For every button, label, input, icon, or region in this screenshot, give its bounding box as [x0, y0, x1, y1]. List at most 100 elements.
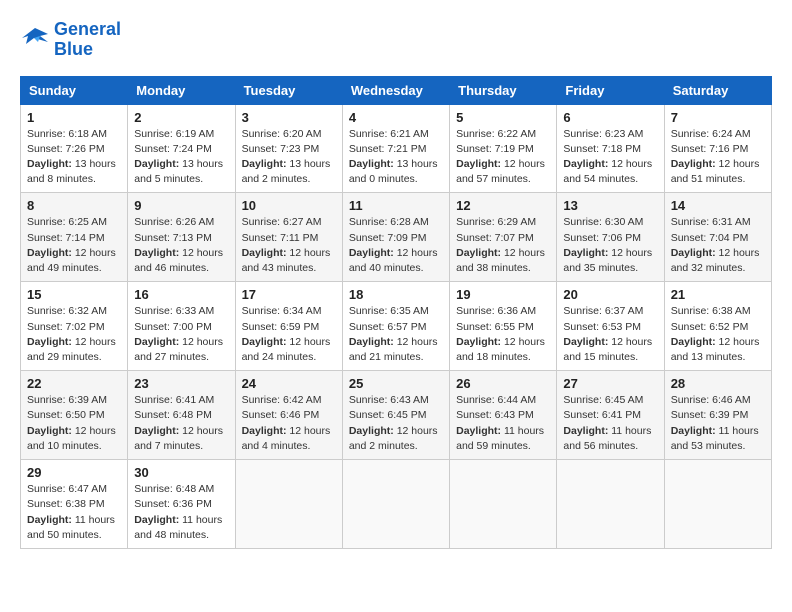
day-number: 17: [242, 287, 336, 302]
day-number: 23: [134, 376, 228, 391]
day-info: Sunrise: 6:25 AMSunset: 7:14 PMDaylight:…: [27, 215, 121, 276]
day-info: Sunrise: 6:26 AMSunset: 7:13 PMDaylight:…: [134, 215, 228, 276]
calendar-cell: 9 Sunrise: 6:26 AMSunset: 7:13 PMDaylight…: [128, 193, 235, 282]
calendar-cell: 13 Sunrise: 6:30 AMSunset: 7:06 PMDayligh…: [557, 193, 664, 282]
calendar-header-row: SundayMondayTuesdayWednesdayThursdayFrid…: [21, 76, 772, 104]
logo-icon: [20, 26, 50, 54]
day-number: 19: [456, 287, 550, 302]
day-number: 14: [671, 198, 765, 213]
day-info: Sunrise: 6:43 AMSunset: 6:45 PMDaylight:…: [349, 393, 443, 454]
calendar-header-wednesday: Wednesday: [342, 76, 449, 104]
calendar-cell: [342, 460, 449, 549]
day-info: Sunrise: 6:32 AMSunset: 7:02 PMDaylight:…: [27, 304, 121, 365]
calendar-cell: [664, 460, 771, 549]
day-number: 2: [134, 110, 228, 125]
calendar-cell: 10 Sunrise: 6:27 AMSunset: 7:11 PMDayligh…: [235, 193, 342, 282]
calendar-cell: [557, 460, 664, 549]
calendar-cell: 20 Sunrise: 6:37 AMSunset: 6:53 PMDayligh…: [557, 282, 664, 371]
day-info: Sunrise: 6:21 AMSunset: 7:21 PMDaylight:…: [349, 127, 443, 188]
calendar-cell: 6 Sunrise: 6:23 AMSunset: 7:18 PMDaylight…: [557, 104, 664, 193]
calendar-cell: 12Sunrise: 6:29 AMSunset: 7:07 PMDayligh…: [450, 193, 557, 282]
day-info: Sunrise: 6:46 AMSunset: 6:39 PMDaylight:…: [671, 393, 765, 454]
calendar-cell: 3 Sunrise: 6:20 AMSunset: 7:23 PMDaylight…: [235, 104, 342, 193]
calendar-header-friday: Friday: [557, 76, 664, 104]
day-number: 25: [349, 376, 443, 391]
day-info: Sunrise: 6:44 AMSunset: 6:43 PMDaylight:…: [456, 393, 550, 454]
calendar-cell: 2 Sunrise: 6:19 AMSunset: 7:24 PMDaylight…: [128, 104, 235, 193]
week-row-2: 8 Sunrise: 6:25 AMSunset: 7:14 PMDaylight…: [21, 193, 772, 282]
calendar-cell: [450, 460, 557, 549]
day-number: 16: [134, 287, 228, 302]
calendar-cell: 16 Sunrise: 6:33 AMSunset: 7:00 PMDayligh…: [128, 282, 235, 371]
day-info: Sunrise: 6:20 AMSunset: 7:23 PMDaylight:…: [242, 127, 336, 188]
day-info: Sunrise: 6:23 AMSunset: 7:18 PMDaylight:…: [563, 127, 657, 188]
calendar-cell: 19 Sunrise: 6:36 AMSunset: 6:55 PMDayligh…: [450, 282, 557, 371]
calendar-cell: 14 Sunrise: 6:31 AMSunset: 7:04 PMDayligh…: [664, 193, 771, 282]
calendar-header-sunday: Sunday: [21, 76, 128, 104]
calendar-cell: 30Sunrise: 6:48 AMSunset: 6:36 PMDayligh…: [128, 460, 235, 549]
day-info: Sunrise: 6:30 AMSunset: 7:06 PMDaylight:…: [563, 215, 657, 276]
calendar-cell: 24Sunrise: 6:42 AMSunset: 6:46 PMDayligh…: [235, 371, 342, 460]
day-number: 13: [563, 198, 657, 213]
calendar-header-monday: Monday: [128, 76, 235, 104]
week-row-3: 15 Sunrise: 6:32 AMSunset: 7:02 PMDayligh…: [21, 282, 772, 371]
day-info: Sunrise: 6:41 AMSunset: 6:48 PMDaylight:…: [134, 393, 228, 454]
day-info: Sunrise: 6:38 AMSunset: 6:52 PMDaylight:…: [671, 304, 765, 365]
day-number: 27: [563, 376, 657, 391]
week-row-5: 29 Sunrise: 6:47 AMSunset: 6:38 PMDayligh…: [21, 460, 772, 549]
day-info: Sunrise: 6:19 AMSunset: 7:24 PMDaylight:…: [134, 127, 228, 188]
day-info: Sunrise: 6:28 AMSunset: 7:09 PMDaylight:…: [349, 215, 443, 276]
day-number: 12: [456, 198, 550, 213]
day-number: 20: [563, 287, 657, 302]
week-row-4: 22 Sunrise: 6:39 AMSunset: 6:50 PMDayligh…: [21, 371, 772, 460]
day-number: 4: [349, 110, 443, 125]
logo-text: General Blue: [54, 20, 121, 60]
day-number: 10: [242, 198, 336, 213]
day-number: 1: [27, 110, 121, 125]
day-number: 8: [27, 198, 121, 213]
calendar-cell: 4 Sunrise: 6:21 AMSunset: 7:21 PMDaylight…: [342, 104, 449, 193]
day-info: Sunrise: 6:27 AMSunset: 7:11 PMDaylight:…: [242, 215, 336, 276]
day-number: 29: [27, 465, 121, 480]
day-number: 15: [27, 287, 121, 302]
day-info: Sunrise: 6:22 AMSunset: 7:19 PMDaylight:…: [456, 127, 550, 188]
day-number: 6: [563, 110, 657, 125]
day-number: 7: [671, 110, 765, 125]
page-header: General Blue: [20, 20, 772, 60]
calendar-header-tuesday: Tuesday: [235, 76, 342, 104]
day-info: Sunrise: 6:24 AMSunset: 7:16 PMDaylight:…: [671, 127, 765, 188]
calendar-cell: 21Sunrise: 6:38 AMSunset: 6:52 PMDayligh…: [664, 282, 771, 371]
calendar-cell: 8 Sunrise: 6:25 AMSunset: 7:14 PMDaylight…: [21, 193, 128, 282]
calendar-cell: 7 Sunrise: 6:24 AMSunset: 7:16 PMDaylight…: [664, 104, 771, 193]
day-info: Sunrise: 6:31 AMSunset: 7:04 PMDaylight:…: [671, 215, 765, 276]
calendar-table: SundayMondayTuesdayWednesdayThursdayFrid…: [20, 76, 772, 549]
day-info: Sunrise: 6:37 AMSunset: 6:53 PMDaylight:…: [563, 304, 657, 365]
day-number: 22: [27, 376, 121, 391]
day-number: 11: [349, 198, 443, 213]
calendar-header-thursday: Thursday: [450, 76, 557, 104]
day-info: Sunrise: 6:35 AMSunset: 6:57 PMDaylight:…: [349, 304, 443, 365]
calendar-cell: 22 Sunrise: 6:39 AMSunset: 6:50 PMDayligh…: [21, 371, 128, 460]
calendar-cell: 26Sunrise: 6:44 AMSunset: 6:43 PMDayligh…: [450, 371, 557, 460]
calendar-cell: 11 Sunrise: 6:28 AMSunset: 7:09 PMDayligh…: [342, 193, 449, 282]
calendar-header-saturday: Saturday: [664, 76, 771, 104]
day-info: Sunrise: 6:36 AMSunset: 6:55 PMDaylight:…: [456, 304, 550, 365]
day-info: Sunrise: 6:34 AMSunset: 6:59 PMDaylight:…: [242, 304, 336, 365]
calendar-cell: 17 Sunrise: 6:34 AMSunset: 6:59 PMDayligh…: [235, 282, 342, 371]
calendar-cell: 18Sunrise: 6:35 AMSunset: 6:57 PMDayligh…: [342, 282, 449, 371]
week-row-1: 1Sunrise: 6:18 AMSunset: 7:26 PMDaylight…: [21, 104, 772, 193]
day-number: 5: [456, 110, 550, 125]
day-info: Sunrise: 6:33 AMSunset: 7:00 PMDaylight:…: [134, 304, 228, 365]
day-number: 3: [242, 110, 336, 125]
day-info: Sunrise: 6:45 AMSunset: 6:41 PMDaylight:…: [563, 393, 657, 454]
logo: General Blue: [20, 20, 121, 60]
day-number: 9: [134, 198, 228, 213]
calendar-cell: 23 Sunrise: 6:41 AMSunset: 6:48 PMDayligh…: [128, 371, 235, 460]
day-info: Sunrise: 6:47 AMSunset: 6:38 PMDaylight:…: [27, 482, 121, 543]
day-number: 30: [134, 465, 228, 480]
day-number: 28: [671, 376, 765, 391]
calendar-cell: 28 Sunrise: 6:46 AMSunset: 6:39 PMDayligh…: [664, 371, 771, 460]
calendar-cell: 1Sunrise: 6:18 AMSunset: 7:26 PMDaylight…: [21, 104, 128, 193]
calendar-cell: 27 Sunrise: 6:45 AMSunset: 6:41 PMDayligh…: [557, 371, 664, 460]
day-info: Sunrise: 6:39 AMSunset: 6:50 PMDaylight:…: [27, 393, 121, 454]
